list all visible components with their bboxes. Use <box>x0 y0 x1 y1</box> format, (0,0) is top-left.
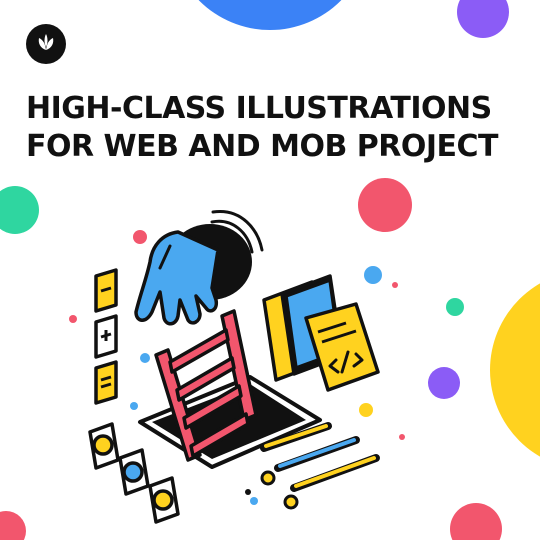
headline-line-2: FOR WEB AND MOB PROJECT <box>26 129 499 164</box>
pink-dot <box>392 282 398 288</box>
teal-dot <box>0 186 39 234</box>
background-illustration <box>0 0 540 540</box>
sprout-icon <box>35 31 57 58</box>
coral-dot <box>450 503 502 540</box>
chip-cube <box>148 476 180 524</box>
headline: HIGH-CLASS ILLUSTRATIONS FOR WEB AND MOB… <box>26 90 526 166</box>
yellow-blob <box>490 283 540 457</box>
blue-blob <box>198 0 342 30</box>
yellow-dot <box>359 403 373 417</box>
pink-dot <box>399 434 405 440</box>
sky-dot <box>364 266 382 284</box>
chip-cube <box>118 448 150 496</box>
coral-dot <box>133 230 147 244</box>
coral-dot <box>69 315 77 323</box>
brand-logo <box>26 24 66 64</box>
plus-key <box>94 314 118 359</box>
document-stack <box>262 274 380 392</box>
teal-dot <box>446 298 464 316</box>
minus-key <box>94 268 118 313</box>
equals-key <box>94 360 118 405</box>
sky-dot <box>250 497 258 505</box>
portal-hand-illustration <box>134 210 264 326</box>
headline-line-1: HIGH-CLASS ILLUSTRATIONS <box>26 91 492 126</box>
sky-dot <box>140 353 150 363</box>
coral-dot <box>0 511 26 540</box>
sky-dot <box>130 402 138 410</box>
calculator-keys <box>94 268 118 405</box>
coral-dot <box>358 178 412 232</box>
chip-cube <box>88 422 120 470</box>
purple-dot <box>428 367 460 399</box>
purple-dot <box>457 0 509 38</box>
